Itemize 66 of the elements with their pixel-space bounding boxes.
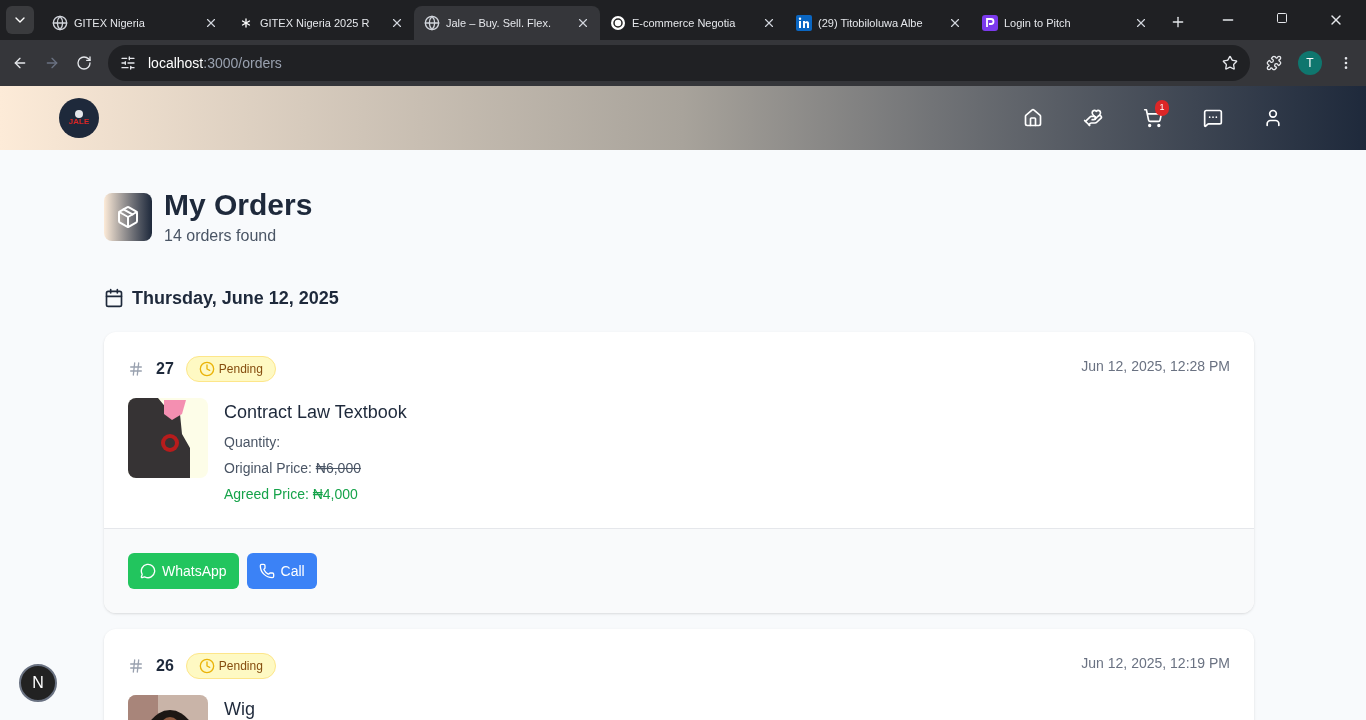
close-icon[interactable]	[204, 16, 218, 30]
home-icon[interactable]	[1023, 108, 1043, 128]
product-name: Contract Law Textbook	[224, 400, 407, 424]
tab-title: GITEX Nigeria	[74, 15, 146, 31]
browser-tab[interactable]: E-commerce Negotia	[600, 6, 786, 40]
phone-icon	[258, 562, 275, 579]
profile-icon[interactable]	[1263, 108, 1283, 128]
chat-bubble-icon	[140, 562, 156, 579]
browser-tab[interactable]: (29) Titobiloluwa Albe	[786, 6, 972, 40]
forward-icon[interactable]	[44, 55, 60, 71]
close-icon[interactable]	[762, 16, 776, 30]
calendar-icon	[104, 287, 124, 308]
browser-tab[interactable]: Login to Pitch	[972, 6, 1158, 40]
address-bar[interactable]: localhost:3000/orders	[108, 45, 1250, 81]
close-icon[interactable]	[948, 16, 962, 30]
dev-badge[interactable]: N	[19, 664, 57, 702]
package-icon	[116, 204, 140, 229]
agreed-price: Agreed Price: ₦4,000	[224, 484, 359, 504]
back-icon[interactable]	[12, 55, 28, 71]
pitch-icon	[982, 15, 998, 31]
orders-count: 14 orders found	[164, 225, 278, 246]
site-settings-icon[interactable]	[120, 55, 136, 71]
messages-icon[interactable]	[1203, 108, 1223, 128]
extensions-icon[interactable]	[1266, 55, 1282, 71]
knot-icon	[610, 15, 626, 31]
reload-icon[interactable]	[76, 55, 92, 71]
cart-icon[interactable]	[1143, 108, 1163, 128]
bookmark-icon[interactable]	[1222, 55, 1238, 71]
close-icon[interactable]	[1134, 16, 1148, 30]
original-price: Original Price: ₦6,000	[224, 458, 362, 478]
page-title: My Orders	[164, 187, 313, 223]
hash-icon	[128, 657, 144, 674]
quantity-label: Quantity:	[224, 432, 282, 452]
date-heading: Thursday, June 12, 2025	[132, 286, 339, 310]
cart-count: 1	[1155, 100, 1169, 116]
hand-icon[interactable]	[1083, 108, 1103, 128]
clock-icon	[198, 657, 215, 674]
new-tab-icon[interactable]	[1170, 14, 1186, 30]
tab-title: GITEX Nigeria 2025 R	[260, 15, 371, 31]
clock-icon	[198, 360, 215, 377]
tab-title: (29) Titobiloluwa Albe	[818, 15, 924, 31]
order-number: 26	[156, 655, 174, 676]
hash-icon	[128, 360, 144, 377]
order-time: Jun 12, 2025, 12:19 PM	[1081, 653, 1230, 673]
order-number: 27	[156, 358, 174, 379]
call-button[interactable]: Call	[246, 552, 317, 589]
browser-tab[interactable]: GITEX Nigeria	[42, 6, 228, 40]
close-icon[interactable]	[576, 16, 590, 30]
globe-icon	[52, 15, 68, 31]
close-icon[interactable]	[390, 16, 404, 30]
logo-text: JALE	[68, 118, 90, 126]
status-badge: Pending	[185, 355, 276, 382]
linkedin-icon	[796, 15, 812, 31]
status-badge: Pending	[185, 652, 276, 679]
order-time: Jun 12, 2025, 12:28 PM	[1081, 356, 1230, 376]
tab-list-button[interactable]	[6, 6, 34, 34]
browser-tab[interactable]: Jale – Buy. Sell. Flex.	[414, 6, 600, 40]
browser-tab[interactable]: GITEX Nigeria 2025 R	[228, 6, 414, 40]
profile-avatar[interactable]: T	[1298, 51, 1322, 75]
globe-icon	[424, 15, 440, 31]
url-text: localhost:3000/orders	[148, 54, 282, 73]
tab-title: Login to Pitch	[1004, 15, 1072, 31]
product-name: Wig	[224, 697, 255, 720]
tab-title: E-commerce Negotia	[632, 15, 737, 31]
restore-icon[interactable]	[1276, 12, 1288, 24]
tab-title: Jale – Buy. Sell. Flex.	[446, 15, 552, 31]
